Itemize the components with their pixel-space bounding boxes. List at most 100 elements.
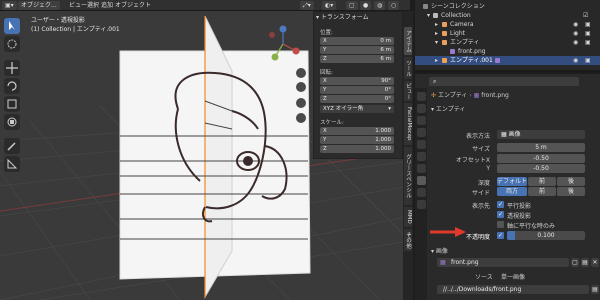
tab-item[interactable]: アイテム <box>404 27 412 55</box>
world-tab-icon[interactable] <box>417 152 426 161</box>
transform-header[interactable]: ▾ トランスフォーム <box>316 13 369 23</box>
object-tab-icon[interactable] <box>417 164 426 173</box>
tab-other[interactable]: その他 <box>404 229 412 251</box>
display-type-dropdown[interactable]: ▦ 画像 <box>497 130 585 139</box>
cursor-tool-button[interactable] <box>4 36 20 52</box>
offset-y-field[interactable]: -0.50 <box>497 164 585 173</box>
opacity-fill <box>507 231 515 240</box>
image-selector[interactable]: ▦ front.png <box>437 258 569 267</box>
tab-facialmocap[interactable]: FacialMocap <box>404 103 412 145</box>
tab-grease-pencil[interactable]: グリースペンシル <box>404 147 412 205</box>
render-tab-icon[interactable] <box>417 104 426 113</box>
empty-panel-header[interactable]: ▾ エンプティ <box>431 104 465 113</box>
size-field[interactable]: 5 m <box>497 143 585 152</box>
outliner-item-collection[interactable]: ▾ Collection ☑ <box>415 11 600 20</box>
source-value[interactable]: 単一画像 <box>501 272 525 281</box>
view-layer-tab-icon[interactable] <box>417 128 426 137</box>
location-x-field[interactable]: X0 m <box>320 37 394 45</box>
move-tool-button[interactable] <box>4 60 20 76</box>
camera-render-icon[interactable]: ▣ <box>585 56 591 65</box>
axis-aligned-checkbox[interactable] <box>497 221 504 228</box>
scale-x-field[interactable]: X 1.000 <box>320 127 394 135</box>
side-back-button[interactable]: 後 <box>557 187 585 196</box>
rotation-y-field[interactable]: Y 0° <box>320 86 394 94</box>
scale-y-field[interactable]: Y 1.000 <box>320 136 394 144</box>
outliner-item-light[interactable]: ▸ Light ◉ ▣ <box>415 29 600 38</box>
gizmo-toggle-button[interactable]: ⤢▾ <box>300 1 314 10</box>
location-y-field[interactable]: Y6 m <box>320 46 394 54</box>
side-both-button[interactable]: 両方 <box>497 187 527 196</box>
transform-tool-button[interactable] <box>4 114 20 130</box>
collection-expand-icon: ▾ <box>427 12 431 19</box>
camera-render-icon[interactable]: ▣ <box>585 20 591 29</box>
opacity-field[interactable]: 0.100 <box>507 231 585 240</box>
constraints-tab-icon[interactable] <box>417 200 426 209</box>
checkbox-icon[interactable]: ☑ <box>583 11 588 20</box>
editor-type-button[interactable]: ▣▾ <box>2 1 17 10</box>
annotate-tool-button[interactable] <box>4 138 20 154</box>
tab-view[interactable]: ビュー <box>404 81 412 101</box>
depth-default-button[interactable]: デフォルト <box>497 177 527 186</box>
eye-icon[interactable]: ◉ <box>573 56 578 65</box>
sidebar-tabs: アイテム ツール ビュー FacialMocap グリースペンシル MMD その… <box>403 11 413 300</box>
properties-tabs <box>415 88 427 300</box>
output-tab-icon[interactable] <box>417 116 426 125</box>
depth-front-button[interactable]: 前 <box>528 177 556 186</box>
side-front-button[interactable]: 前 <box>528 187 556 196</box>
eye-icon[interactable]: ◉ <box>573 38 578 47</box>
menu-object[interactable]: オブジェクト <box>112 1 154 10</box>
empty-icon: ✢ <box>431 92 438 99</box>
tool-shelf <box>2 18 22 178</box>
eye-icon[interactable]: ◉ <box>573 20 578 29</box>
depth-back-button[interactable]: 後 <box>557 177 585 186</box>
orthographic-checkbox[interactable]: ✓ <box>497 201 504 208</box>
pencil-icon <box>7 142 16 151</box>
outliner-item-empty[interactable]: ▾ エンプティ ◉ ▣ <box>415 38 600 47</box>
shading-solid-button[interactable]: ● <box>360 1 372 10</box>
location-z-field[interactable]: Z6 m <box>320 55 394 63</box>
select-tool-button[interactable] <box>4 18 20 34</box>
outliner-item-front-png[interactable]: front.png <box>415 47 600 56</box>
rotation-mode-dropdown[interactable]: XYZ オイラー角 ▾ <box>320 105 394 113</box>
shading-material-button[interactable]: ◍ <box>374 1 386 10</box>
opacity-checkbox[interactable]: ✓ <box>497 232 504 239</box>
open-folder-icon[interactable]: ▤ <box>581 258 589 267</box>
breadcrumb: ✢ エンプティ › ▦ front.png <box>431 92 509 99</box>
new-image-icon[interactable]: ▢ <box>571 258 579 267</box>
camera-render-icon[interactable]: ▣ <box>585 29 591 38</box>
folder-icon[interactable]: ▤ <box>591 285 599 294</box>
shading-rendered-button[interactable]: ○ <box>388 1 400 10</box>
rotation-z-field[interactable]: Z 0° <box>320 95 394 103</box>
show-label: 表示先 <box>471 203 490 210</box>
mode-dropdown[interactable]: オブジェク... <box>18 1 60 10</box>
scene-tab-icon[interactable] <box>417 140 426 149</box>
collection-icon <box>433 13 438 18</box>
outliner-item-empty-001[interactable]: ▸ エンプティ.001 ◉ ▣ <box>415 56 600 65</box>
outliner-item-camera[interactable]: ▸ Camera ◉ ▣ <box>415 20 600 29</box>
physics-tab-icon[interactable] <box>417 188 426 197</box>
xray-button[interactable]: ▢ <box>346 1 358 10</box>
viewport-title: ユーザー・透視投影 <box>31 17 85 24</box>
tab-tool[interactable]: ツール <box>404 57 412 79</box>
tab-mmd[interactable]: MMD <box>404 207 412 227</box>
image-icon: ▦ <box>440 259 446 266</box>
measure-tool-button[interactable] <box>4 156 20 172</box>
filepath-field[interactable]: //../../Downloads/front.png <box>437 285 589 294</box>
properties-search[interactable]: ⌕ <box>429 77 579 86</box>
tool-tab-icon[interactable] <box>417 92 426 101</box>
perspective-checkbox[interactable]: ✓ <box>497 211 504 218</box>
eye-icon[interactable]: ◉ <box>573 29 578 38</box>
camera-render-icon[interactable]: ▣ <box>585 38 591 47</box>
object-data-tab-icon[interactable] <box>417 176 426 185</box>
scene-collection-row[interactable]: シーンコレクション <box>415 2 600 11</box>
offset-x-field[interactable]: -0.50 <box>497 154 585 163</box>
overlay-toggle-button[interactable]: ◐▾ <box>322 1 337 10</box>
expand-arrow-icon: ▸ <box>435 57 439 64</box>
scale-z-field[interactable]: Z 1.000 <box>320 145 394 153</box>
rotate-tool-button[interactable] <box>4 78 20 94</box>
rotation-x-field[interactable]: X 90° <box>320 77 394 85</box>
annotation-arrow <box>430 227 466 237</box>
close-icon[interactable]: ✕ <box>591 258 599 267</box>
scale-tool-button[interactable] <box>4 96 20 112</box>
image-panel-header[interactable]: ▾ 画像 <box>431 246 448 255</box>
